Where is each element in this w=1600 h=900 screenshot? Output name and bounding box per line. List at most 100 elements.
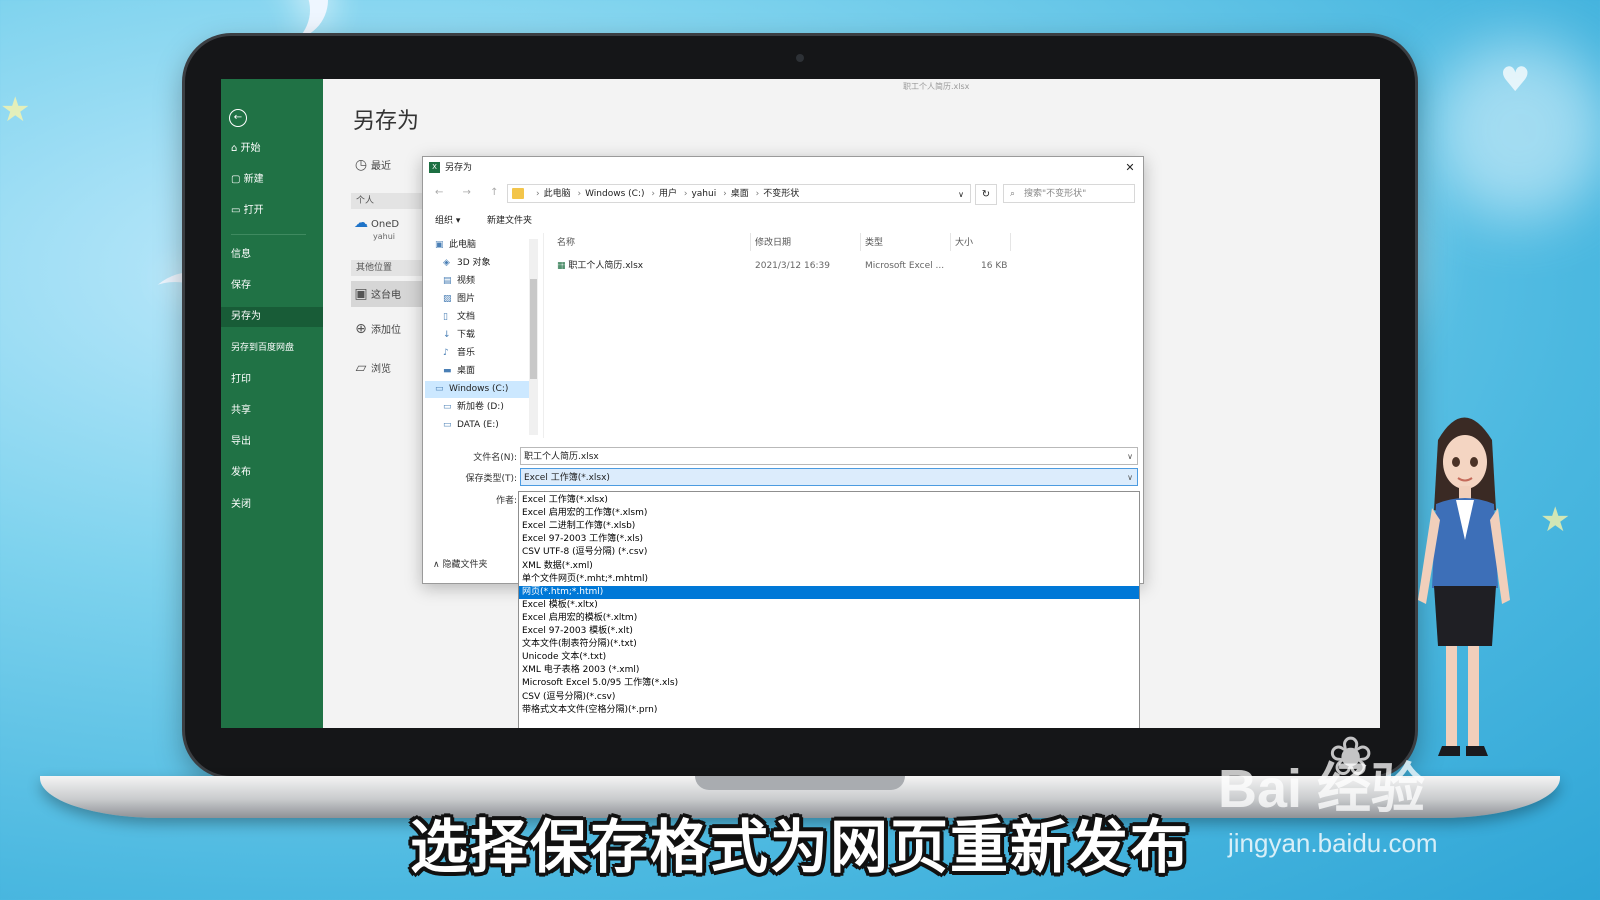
savetype-option[interactable]: Excel 工作簿(*.xlsx)	[519, 494, 1139, 507]
savetype-option[interactable]: CSV UTF-8 (逗号分隔) (*.csv)	[519, 546, 1139, 559]
savetype-option[interactable]: XML 数据(*.xml)	[519, 560, 1139, 573]
savetype-option[interactable]: 单个文件网页(*.mht;*.mhtml)	[519, 573, 1139, 586]
savetype-option[interactable]: Excel 启用宏的工作簿(*.xlsm)	[519, 507, 1139, 520]
tree-scrollbar[interactable]	[529, 239, 538, 435]
nav-item-publish[interactable]: 发布	[231, 463, 251, 483]
cloud-icon: ☁	[354, 215, 368, 231]
tree-item-drive-c[interactable]: ▭ Windows (C:)	[425, 381, 535, 398]
tree-item-pictures[interactable]: ▨ 图片	[435, 291, 475, 308]
picture-icon: ▨	[443, 294, 452, 304]
file-size: 16 KB	[981, 261, 1008, 271]
breadcrumb-item[interactable]: 不变形状	[763, 189, 799, 199]
nav-item-save[interactable]: 保存	[231, 276, 251, 296]
savetype-option[interactable]: 文本文件(制表符分隔)(*.txt)	[519, 638, 1139, 651]
hide-folders-button[interactable]: ∧ 隐藏文件夹	[433, 557, 487, 570]
place-add[interactable]: ⊕ 添加位	[351, 319, 401, 339]
star-decoration: ★	[1540, 500, 1571, 540]
chevron-down-icon[interactable]: ∨	[1127, 469, 1133, 487]
column-header-date[interactable]: 修改日期	[755, 235, 791, 248]
baidu-url: jingyan.baidu.com	[1228, 828, 1438, 858]
savetype-dropdown: Excel 工作簿(*.xlsx) Excel 启用宏的工作簿(*.xlsm) Ex…	[518, 491, 1140, 728]
place-browse[interactable]: ▱ 浏览	[351, 358, 391, 378]
nav-item-close[interactable]: 关闭	[231, 495, 251, 515]
address-bar[interactable]: › 此电脑 › Windows (C:) › 用户 › yahui › 桌面 › 不变形状 …	[507, 184, 971, 203]
backstage-nav: ← ⌂ 开始 ▢ 新建 ▭ 打开 信息 保存 另存为 另存到百度网盘 打印 共享…	[221, 79, 323, 728]
tree-item-videos[interactable]: ▤ 视频	[435, 273, 475, 290]
nav-item-home[interactable]: ⌂ 开始	[231, 139, 261, 159]
nav-divider	[231, 234, 306, 235]
tree-item-downloads[interactable]: ↓ 下载	[435, 327, 475, 344]
savetype-option[interactable]: Excel 二进制工作簿(*.xlsb)	[519, 520, 1139, 533]
savetype-option[interactable]: 带格式文本文件(空格分隔)(*.prn)	[519, 704, 1139, 717]
folder-icon	[512, 188, 524, 199]
savetype-option[interactable]: Excel 97-2003 模板(*.xlt)	[519, 625, 1139, 638]
savetype-option[interactable]: Excel 启用宏的模板(*.xltm)	[519, 612, 1139, 625]
nav-item-share[interactable]: 共享	[231, 401, 251, 421]
scrollbar-thumb[interactable]	[530, 279, 537, 379]
place-recent[interactable]: ◷ 最近	[351, 155, 391, 175]
search-input[interactable]: ⌕ 搜索"不变形状"	[1003, 184, 1135, 203]
filename-input[interactable]: 职工个人简历.xlsx ∨	[520, 447, 1138, 465]
back-arrow-icon[interactable]: ←	[229, 109, 247, 127]
nav-item-save-to-baidu[interactable]: 另存到百度网盘	[231, 338, 294, 358]
tree-item-drive-d[interactable]: ▭ 新加卷 (D:)	[435, 399, 504, 416]
tree-item-desktop[interactable]: ▬ 桌面	[435, 363, 475, 380]
tree-item-documents[interactable]: ▯ 文档	[435, 309, 475, 326]
nav-item-open[interactable]: ▭ 打开	[231, 201, 264, 221]
tree-item-this-pc[interactable]: ▣ 此电脑	[435, 237, 476, 254]
open-folder-icon: ▱	[355, 360, 367, 376]
page-title: 另存为	[353, 109, 420, 134]
presenter-avatar	[1418, 417, 1510, 756]
tree-item-drive-e[interactable]: ▭ DATA (E:)	[435, 417, 499, 434]
file-type: Microsoft Excel ...	[865, 261, 945, 271]
breadcrumb-item[interactable]: 用户	[659, 189, 677, 199]
savetype-option[interactable]: CSV (逗号分隔)(*.csv)	[519, 691, 1139, 704]
nav-item-export[interactable]: 导出	[231, 432, 251, 452]
nav-item-info[interactable]: 信息	[231, 245, 251, 265]
dialog-title: 另存为	[445, 163, 473, 173]
savetype-option[interactable]: Microsoft Excel 5.0/95 工作簿(*.xls)	[519, 677, 1139, 690]
breadcrumb-item[interactable]: yahui	[691, 189, 716, 199]
nav-item-save-as[interactable]: 另存为	[221, 307, 323, 327]
savetype-option[interactable]: Excel 模板(*.xltx)	[519, 599, 1139, 612]
computer-icon: ▣	[435, 240, 444, 250]
star-decoration: ♥	[1500, 60, 1531, 100]
breadcrumb-item[interactable]: 桌面	[731, 189, 749, 199]
new-folder-button[interactable]: 新建文件夹	[487, 211, 532, 231]
chevron-down-icon[interactable]: ∨	[958, 185, 964, 204]
excel-app-icon: X	[429, 162, 440, 173]
breadcrumb-item[interactable]: Windows (C:)	[585, 189, 644, 199]
nav-item-print[interactable]: 打印	[231, 370, 251, 390]
computer-icon: ▣	[354, 286, 368, 302]
file-name: ▦ 职工个人简历.xlsx	[557, 261, 644, 271]
tree-item-music[interactable]: ♪ 音乐	[435, 345, 475, 362]
place-onedrive[interactable]: ☁ OneD yahui	[351, 215, 399, 241]
savetype-option[interactable]: 网页(*.htm;*.html)	[519, 585, 1139, 599]
column-header-name[interactable]: 名称	[557, 235, 575, 248]
download-icon: ↓	[443, 330, 451, 340]
breadcrumb-item[interactable]: 此电脑	[544, 189, 571, 199]
drive-icon: ▭	[443, 420, 452, 430]
organize-button[interactable]: 组织 ▾	[435, 211, 460, 231]
close-button[interactable]: ✕	[1117, 157, 1143, 179]
refresh-button[interactable]: ↻	[975, 184, 997, 205]
address-bar-row: ← → ↑ › 此电脑 › Windows (C:) › 用户 › yahui › 桌面 …	[423, 179, 1143, 209]
savetype-option[interactable]: XML 电子表格 2003 (*.xml)	[519, 664, 1139, 677]
star-decoration: ★	[0, 90, 31, 130]
globe-icon: ⊕	[355, 321, 367, 337]
savetype-option[interactable]: Excel 97-2003 工作簿(*.xls)	[519, 533, 1139, 546]
author-label: 作者:	[495, 496, 517, 506]
savetype-option[interactable]: Unicode 文本(*.txt)	[519, 651, 1139, 664]
chevron-down-icon[interactable]: ∨	[1127, 448, 1133, 466]
savetype-label: 保存类型(T):	[465, 474, 517, 484]
place-this-pc[interactable]: ▣ 这台电	[351, 281, 425, 307]
search-icon: ⌕	[1010, 189, 1016, 199]
cube-icon: ◈	[443, 258, 450, 268]
tree-item-3d[interactable]: ◈ 3D 对象	[435, 255, 491, 272]
camera-dot	[796, 54, 804, 62]
column-header-size[interactable]: 大小	[955, 235, 973, 248]
column-header-type[interactable]: 类型	[865, 235, 883, 248]
savetype-select[interactable]: Excel 工作簿(*.xlsx) ∨	[520, 468, 1138, 486]
nav-arrows-icon[interactable]: ← → ↑	[435, 187, 507, 198]
nav-item-new[interactable]: ▢ 新建	[231, 170, 264, 190]
